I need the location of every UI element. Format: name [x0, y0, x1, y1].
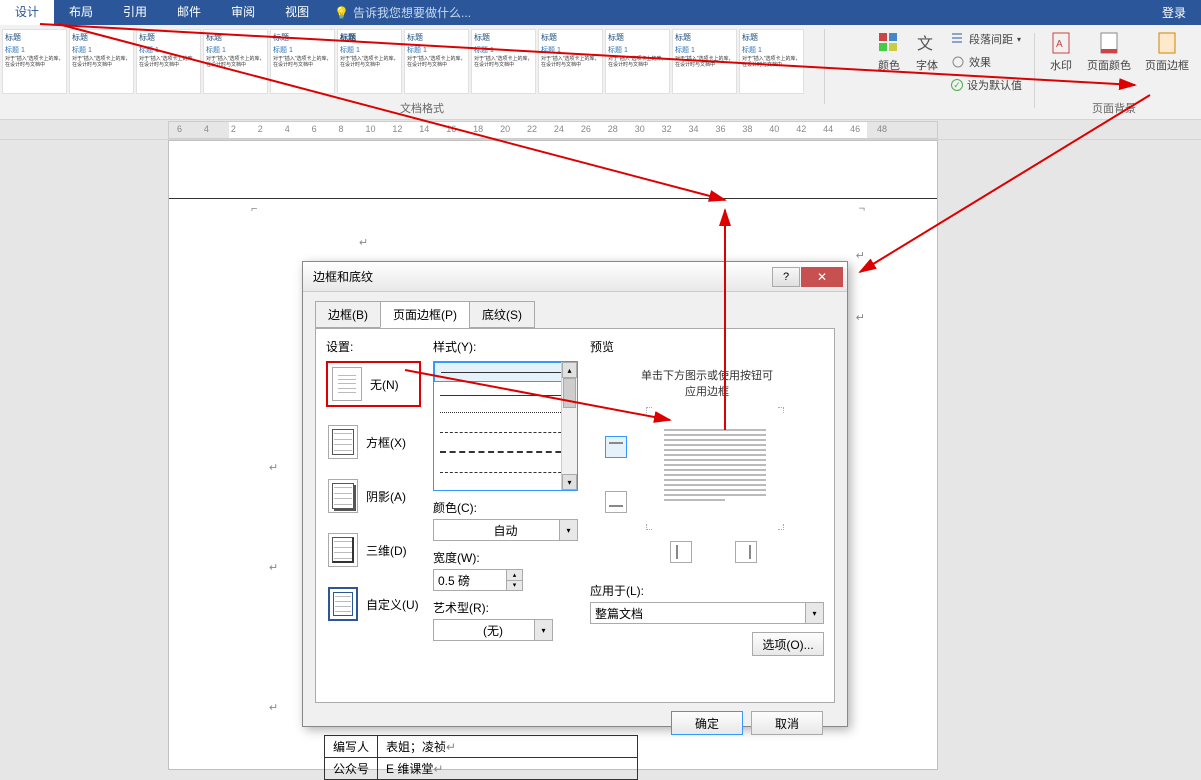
- ruler-area: 6422468101214161820222426283032343638404…: [0, 120, 1201, 140]
- style-thumbnail[interactable]: 标题标题 1对于"插入"选项卡上的库，在设计时与文档中: [739, 29, 804, 94]
- horizontal-ruler[interactable]: 6422468101214161820222426283032343638404…: [168, 121, 938, 139]
- fonts-icon: 文: [915, 31, 939, 55]
- edge-right-button[interactable]: [735, 541, 757, 563]
- tab-borders[interactable]: 边框(B): [315, 301, 381, 328]
- login-link[interactable]: 登录: [1162, 4, 1186, 21]
- edge-top-button[interactable]: [605, 436, 627, 458]
- edge-left-button[interactable]: [670, 541, 692, 563]
- page-color-icon: [1097, 31, 1121, 55]
- style-thumbnail[interactable]: 标题标题 1对于"插入"选项卡上的库，在设计时与文档中: [471, 29, 536, 94]
- preview-hint: 单击下方图示或使用按钮可应用边框: [590, 367, 824, 399]
- effects-icon: [951, 55, 965, 69]
- style-thumbnail[interactable]: 标题标题 1对于"插入"选项卡上的库，在设计时与文档中: [69, 29, 134, 94]
- preview-area: [590, 411, 824, 566]
- preview-label: 预览: [590, 338, 824, 355]
- width-label: 宽度(W):: [433, 549, 578, 566]
- tab-view[interactable]: 视图: [270, 0, 324, 25]
- watermark-icon: A: [1049, 31, 1073, 55]
- dialog-tabs: 边框(B) 页面边框(P) 底纹(S): [315, 301, 835, 329]
- tab-review[interactable]: 审阅: [216, 0, 270, 25]
- tab-layout[interactable]: 布局: [54, 0, 108, 25]
- tab-shading[interactable]: 底纹(S): [469, 301, 535, 328]
- tell-me-search[interactable]: 💡 告诉我您想要做什么...: [334, 4, 471, 21]
- borders-shading-dialog: 边框和底纹 ? ✕ 边框(B) 页面边框(P) 底纹(S) 设置: 无(N) 方…: [302, 261, 848, 727]
- setting-custom[interactable]: 自定义(U): [326, 585, 421, 623]
- apply-to-label: 应用于(L):: [590, 582, 824, 599]
- preview-page[interactable]: [650, 411, 780, 526]
- check-icon: ✓: [951, 79, 963, 91]
- style-thumbnail[interactable]: 标题标题 1对于"插入"选项卡上的库，在设计时与文档中: [605, 29, 670, 94]
- effects-button[interactable]: 效果: [949, 52, 1024, 72]
- art-label: 艺术型(R):: [433, 599, 578, 616]
- close-icon: ✕: [817, 270, 827, 284]
- dialog-titlebar[interactable]: 边框和底纹 ? ✕: [303, 262, 847, 292]
- ribbon-design: 标题标题 1对于"插入"选项卡上的库，在设计时与文档中 标题标题 1对于"插入"…: [0, 25, 1201, 120]
- style-thumbnail[interactable]: 标题标题 1对于"插入"选项卡上的库，在设计时与文档中: [404, 29, 469, 94]
- options-button[interactable]: 选项(O)...: [752, 632, 824, 656]
- setting-shadow[interactable]: 阴影(A): [326, 477, 421, 515]
- settings-label: 设置:: [326, 338, 421, 355]
- style-scrollbar[interactable]: ▴▾: [561, 362, 577, 490]
- close-button[interactable]: ✕: [801, 267, 843, 287]
- style-thumbnail[interactable]: 标题标题 1对于"插入"选项卡上的库，在设计时与文档中: [136, 29, 201, 94]
- tab-page-border[interactable]: 页面边框(P): [380, 301, 470, 328]
- tab-references[interactable]: 引用: [108, 0, 162, 25]
- setting-none[interactable]: 无(N): [326, 361, 421, 407]
- tab-mailings[interactable]: 邮件: [162, 0, 216, 25]
- style-thumbnail[interactable]: 标题标题 1对于"插入"选项卡上的库，在设计时与文档中: [538, 29, 603, 94]
- help-button[interactable]: ?: [772, 267, 800, 287]
- svg-text:文: 文: [917, 35, 933, 53]
- spacing-icon: [951, 32, 965, 46]
- style-thumbnail[interactable]: 标题标题 1对于"插入"选项卡上的库，在设计时与文档中: [337, 29, 402, 94]
- watermark-button[interactable]: A水印: [1045, 29, 1077, 75]
- ok-button[interactable]: 确定: [671, 711, 743, 735]
- ribbon-tabs: 设计 布局 引用 邮件 审阅 视图 💡 告诉我您想要做什么... 登录: [0, 0, 1201, 25]
- dropdown-icon: ▾: [805, 603, 823, 623]
- style-thumbnail[interactable]: 标题标题 1对于"插入"选项卡上的库，在设计时与文档中: [2, 29, 67, 94]
- style-thumbnail[interactable]: 标题标题 1对于"插入"选项卡上的库，在设计时与文档中: [270, 29, 335, 94]
- edge-bottom-button[interactable]: [605, 491, 627, 513]
- svg-text:A: A: [1056, 39, 1063, 50]
- dialog-title-text: 边框和底纹: [313, 268, 373, 285]
- spin-up[interactable]: ▴: [506, 570, 522, 581]
- spin-down[interactable]: ▾: [506, 581, 522, 591]
- colors-button[interactable]: 颜色: [873, 29, 905, 75]
- group-label-background: 页面背景: [1092, 100, 1136, 116]
- dropdown-icon: ▾: [534, 620, 552, 640]
- art-select[interactable]: (无)▾: [433, 619, 553, 641]
- style-thumbnail[interactable]: 标题标题 1对于"插入"选项卡上的库，在设计时与文档中: [672, 29, 737, 94]
- width-spinner[interactable]: 0.5 磅▴▾: [433, 569, 523, 591]
- apply-to-select[interactable]: 整篇文档▾: [590, 602, 824, 624]
- set-default-button[interactable]: ✓设为默认值: [949, 75, 1024, 95]
- fonts-button[interactable]: 文字体: [911, 29, 943, 75]
- color-select[interactable]: 自动▾: [433, 519, 578, 541]
- setting-3d[interactable]: 三维(D): [326, 531, 421, 569]
- colors-icon: [877, 31, 901, 55]
- paragraph-spacing-button[interactable]: 段落间距▾: [949, 29, 1024, 49]
- page-color-button[interactable]: 页面颜色: [1083, 29, 1135, 75]
- dropdown-icon: ▾: [559, 520, 577, 540]
- table-cell[interactable]: 公众号: [325, 758, 378, 780]
- style-label: 样式(Y):: [433, 338, 578, 355]
- tab-design[interactable]: 设计: [0, 0, 54, 25]
- page-borders-icon: [1155, 31, 1179, 55]
- style-listbox[interactable]: ▴▾: [433, 361, 578, 491]
- setting-box[interactable]: 方框(X): [326, 423, 421, 461]
- group-label-formatting: 文档格式: [400, 100, 444, 116]
- page-borders-button[interactable]: 页面边框: [1141, 29, 1193, 75]
- tell-me-text: 告诉我您想要做什么...: [353, 4, 471, 21]
- style-thumbnail[interactable]: 标题标题 1对于"插入"选项卡上的库，在设计时与文档中: [203, 29, 268, 94]
- lightbulb-icon: 💡: [334, 6, 349, 20]
- cancel-button[interactable]: 取消: [751, 711, 823, 735]
- table-cell[interactable]: E 维课堂↵: [378, 758, 638, 780]
- color-label: 颜色(C):: [433, 499, 578, 516]
